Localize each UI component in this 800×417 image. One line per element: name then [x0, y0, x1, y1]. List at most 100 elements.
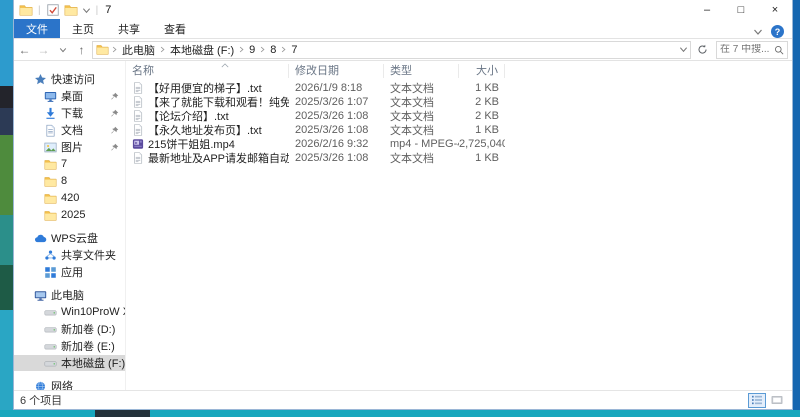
file-row-3[interactable]: 【永久地址发布页】.txt 2025/3/26 1:08 文本文档 1 KB	[126, 123, 792, 137]
breadcrumb: 此电脑 本地磁盘 (F:) 9 8 7	[111, 42, 302, 58]
sidebar-item-14[interactable]: 新加卷 (D:)	[14, 321, 125, 337]
column-header-3[interactable]: 大小	[459, 64, 505, 78]
sidebar-item-label: 应用	[61, 267, 83, 279]
sidebar-item-11[interactable]: 应用	[14, 264, 125, 280]
sidebar-item-7[interactable]: 420	[14, 190, 125, 206]
column-headers: 名称 修改日期 类型 大小	[126, 61, 792, 81]
ribbon-tab-0[interactable]: 文件	[14, 19, 60, 38]
document-icon	[44, 124, 57, 137]
sidebar-item-label: 新加卷 (E:)	[61, 341, 115, 353]
sidebar-item-4[interactable]: 图片	[14, 139, 125, 155]
file-row-4[interactable]: 215饼干姐姐.mp42026/2/16 9:32mp4 - MPEG-4 ..…	[126, 137, 792, 151]
file-type: mp4 - MPEG-4 ...	[390, 138, 459, 150]
sidebar-item-15[interactable]: 新加卷 (E:)	[14, 338, 125, 354]
address-bar[interactable]: 此电脑 本地磁盘 (F:) 9 8 7	[92, 40, 691, 59]
breadcrumb-separator-icon	[259, 46, 266, 53]
properties-button[interactable]	[46, 3, 60, 17]
file-list-pane: 名称 修改日期 类型 大小 【好用便宜的梯子】.txt 2026/1/9 8:18 文本文…	[126, 61, 792, 390]
ribbon-tab-3[interactable]: 查看	[152, 19, 198, 38]
item-count: 6 个项目	[20, 395, 63, 407]
sidebar-item-13[interactable]: Win10ProW X64 (C:)	[14, 304, 125, 320]
breadcrumb-item-3[interactable]: 8	[266, 44, 280, 56]
view-toggles	[748, 392, 786, 408]
sidebar-item-3[interactable]: 文档	[14, 122, 125, 138]
column-header-2[interactable]: 类型	[384, 64, 459, 78]
address-dropdown-chevron-icon[interactable]	[679, 45, 688, 54]
column-header-1[interactable]: 修改日期	[289, 64, 384, 78]
apps-icon	[44, 266, 57, 279]
sidebar-item-5[interactable]: 7	[14, 156, 125, 172]
sidebar-item-label: 共享文件夹	[61, 250, 116, 262]
search-input[interactable]	[720, 44, 774, 55]
file-size: 2,725,040...	[459, 138, 505, 150]
sidebar-item-10[interactable]: 共享文件夹	[14, 247, 125, 263]
navigation-bar: ← → ↑ 此电脑 本地磁盘 (F:) 9 8 7	[14, 39, 792, 61]
divider: |	[95, 4, 99, 16]
search-box[interactable]	[716, 40, 788, 59]
main-area: 快速访问桌面下载文档图片 7 8 420 2025 WPS云盘共享文件夹应用此电脑 Win1…	[14, 61, 792, 390]
file-date: 2026/1/9 8:18	[295, 82, 363, 94]
pin-icon	[110, 143, 119, 152]
explorer-window: | | 7 – □ × 文件 主页 共享 查看 ? ← → ↑ 此电脑 本地磁盘 (F:…	[13, 0, 793, 410]
desktop-icon-fragment	[95, 410, 150, 417]
sidebar-item-label: 本地磁盘 (F:)	[61, 358, 126, 370]
sidebar-item-label: 桌面	[61, 91, 83, 103]
recent-locations-chevron-icon[interactable]	[54, 41, 71, 59]
forward-button[interactable]: →	[35, 41, 52, 59]
cloud-icon	[34, 232, 47, 245]
breadcrumb-separator-icon	[159, 46, 166, 53]
expand-ribbon-chevron-icon[interactable]	[753, 27, 763, 37]
breadcrumb-item-1[interactable]: 本地磁盘 (F:)	[166, 42, 238, 58]
thumbnails-view-button[interactable]	[768, 393, 786, 408]
window-title: 7	[105, 4, 112, 16]
file-row-5[interactable]: 最新地址及APP请发邮箱自动获取！！！... 2025/3/26 1:08 文本文档…	[126, 151, 792, 165]
file-name: 最新地址及APP请发邮箱自动获取！！！...	[148, 153, 289, 165]
pin-icon	[110, 126, 119, 135]
details-view-button[interactable]	[748, 392, 766, 408]
breadcrumb-item-0[interactable]: 此电脑	[118, 42, 159, 58]
sidebar-item-12[interactable]: 此电脑	[14, 287, 125, 303]
up-button[interactable]: ↑	[73, 41, 90, 59]
ribbon-tab-2[interactable]: 共享	[106, 19, 152, 38]
file-row-2[interactable]: 【论坛介绍】.txt 2025/3/26 1:08 文本文档 2 KB	[126, 109, 792, 123]
file-row-1[interactable]: 【来了就能下载和观看！纯免费！】.txt2025/3/26 1:07文本文档2 …	[126, 95, 792, 109]
breadcrumb-separator-icon	[238, 46, 245, 53]
minimize-button[interactable]: –	[690, 0, 724, 20]
column-header-0[interactable]: 名称	[126, 63, 289, 78]
txtfile-icon	[132, 124, 144, 136]
file-date: 2025/3/26 1:08	[295, 152, 369, 164]
divider: |	[38, 4, 41, 16]
breadcrumb-separator-icon	[111, 46, 118, 53]
sidebar-item-label: 下载	[61, 108, 83, 120]
sort-ascending-icon	[221, 63, 229, 68]
help-icon[interactable]: ?	[771, 25, 784, 38]
sidebar-item-0[interactable]: 快速访问	[14, 71, 125, 87]
breadcrumb-item-2[interactable]: 9	[245, 44, 259, 56]
sidebar-item-17[interactable]: 网络	[14, 378, 125, 390]
network-icon	[34, 380, 47, 390]
sidebar-item-8[interactable]: 2025	[14, 207, 125, 223]
back-button[interactable]: ←	[16, 41, 33, 59]
sidebar-item-label: 图片	[61, 142, 83, 154]
file-row-0[interactable]: 【好用便宜的梯子】.txt 2026/1/9 8:18 文本文档 1 KB	[126, 81, 792, 95]
customize-qat-chevron-icon[interactable]	[82, 6, 91, 15]
new-folder-button[interactable]	[64, 3, 78, 17]
sidebar-item-16[interactable]: 本地磁盘 (F:)	[14, 355, 125, 371]
sidebar-item-1[interactable]: 桌面	[14, 88, 125, 104]
refresh-button[interactable]	[693, 41, 711, 59]
file-type: 文本文档	[390, 153, 434, 165]
ribbon-tab-1[interactable]: 主页	[60, 19, 106, 38]
close-button[interactable]: ×	[758, 0, 792, 20]
computer-icon	[34, 289, 47, 302]
maximize-button[interactable]: □	[724, 0, 758, 20]
sidebar-item-2[interactable]: 下载	[14, 105, 125, 121]
sidebar-item-label: 2025	[61, 209, 86, 221]
breadcrumb-item-4[interactable]: 7	[287, 44, 301, 56]
sidebar-item-9[interactable]: WPS云盘	[14, 230, 125, 246]
folder-icon	[44, 175, 57, 188]
desktop-wallpaper-bottom	[0, 410, 800, 417]
file-size: 2 KB	[475, 110, 499, 122]
sidebar-item-6[interactable]: 8	[14, 173, 125, 189]
desktop-wallpaper-right	[793, 0, 800, 417]
file-date: 2025/3/26 1:08	[295, 110, 369, 122]
